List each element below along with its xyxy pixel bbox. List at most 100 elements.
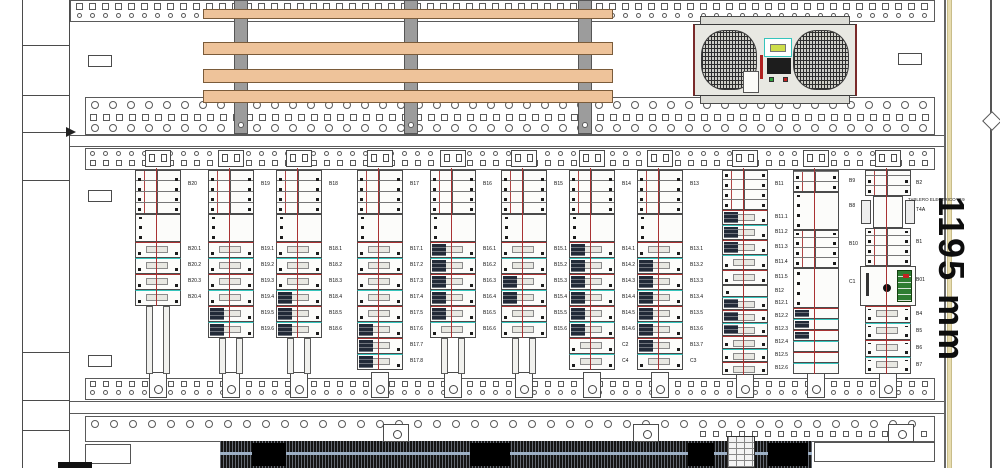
bottom-right-panel <box>814 442 935 462</box>
rail-hole-circle <box>428 151 433 156</box>
rail-hole-square <box>181 160 187 166</box>
rail-hole-circle <box>792 151 797 156</box>
breaker-unit <box>865 340 911 357</box>
breaker-unit <box>637 258 683 274</box>
rail-hole-circle <box>727 390 732 395</box>
duct-foot <box>807 372 825 398</box>
branch-label: B11.1 <box>775 215 788 220</box>
breaker-unit <box>430 274 476 290</box>
branch-label: C2 <box>622 343 628 348</box>
rail-hole-circle <box>181 151 186 156</box>
rail-hole-circle <box>168 13 173 18</box>
breaker-unit <box>722 240 768 255</box>
rail-hole-circle <box>636 151 641 156</box>
branch-label: B19.1 <box>261 247 274 252</box>
rail-hole-circle <box>505 124 513 132</box>
rail-hole-square <box>649 114 656 121</box>
rail-hole-square <box>428 381 434 387</box>
rail-hole-square <box>180 3 187 10</box>
rail-hole-circle <box>361 124 369 132</box>
rail-hole-square <box>909 381 915 387</box>
rail-hole-circle <box>571 390 576 395</box>
rail-hole-circle <box>129 390 134 395</box>
rail-hole-square <box>869 3 876 10</box>
rail-hole-square <box>168 381 174 387</box>
rail-hole-square <box>714 114 721 121</box>
rail-hole-circle <box>509 420 517 428</box>
rail-hole-circle <box>363 390 368 395</box>
breaker-unit <box>637 290 683 306</box>
breaker-block <box>430 170 476 214</box>
rail-hole-circle <box>127 124 135 132</box>
rail-hole-square <box>480 160 486 166</box>
rail-hole-square <box>207 114 214 121</box>
breaker-unit <box>135 290 181 306</box>
rail-hole-circle <box>272 151 277 156</box>
branch-label: B17.3 <box>410 279 423 284</box>
rail-hole-square <box>792 114 799 121</box>
breaker-unit <box>569 354 615 370</box>
branch-label: B12.1 <box>775 301 788 306</box>
rail-hole-circle <box>794 420 802 428</box>
rail-hole-circle <box>324 390 329 395</box>
device-label: B15 <box>554 182 563 187</box>
duct-foot <box>736 372 754 398</box>
rail-hole-square <box>675 160 681 166</box>
breaker-unit <box>793 308 839 319</box>
breaker-unit <box>357 258 403 274</box>
rail-hole-circle <box>357 420 365 428</box>
device-label: B13 <box>690 182 699 187</box>
rail-hole-circle <box>545 151 550 156</box>
rail-hole-square <box>831 114 838 121</box>
rail-hole-circle <box>610 151 615 156</box>
rail-claw-top <box>647 150 673 167</box>
rail-hole-circle <box>865 124 873 132</box>
breaker-unit <box>208 242 254 258</box>
rail-hole-circle <box>896 13 901 18</box>
breaker-unit <box>276 274 322 290</box>
busbar-support-post <box>578 0 592 134</box>
rail-hole-square <box>350 114 357 121</box>
rail-hole-circle <box>103 390 108 395</box>
rail-hole-square <box>272 160 278 166</box>
mounting-bracket <box>898 53 922 65</box>
branch-label: B13.1 <box>690 247 703 252</box>
mounting-bracket <box>88 355 112 367</box>
rail-hole-square <box>363 114 370 121</box>
rail-hole-square <box>636 114 643 121</box>
rail-hole-circle <box>452 420 460 428</box>
rail-hole-circle <box>883 13 888 18</box>
rail-hole-square <box>648 3 655 10</box>
rail-hole-square <box>778 431 784 437</box>
rail-hole-circle <box>793 124 801 132</box>
breaker-unit <box>357 242 403 258</box>
rail-hole-circle <box>217 124 225 132</box>
rail-hole-circle <box>680 420 688 428</box>
rail-hole-circle <box>701 151 706 156</box>
rail-hole-square <box>142 114 149 121</box>
branch-label: B18.6 <box>329 327 342 332</box>
breaker-unit <box>569 274 615 290</box>
rail-hole-square <box>116 381 122 387</box>
rail-hole-circle <box>559 124 567 132</box>
rail-hole-circle <box>451 124 459 132</box>
branch-label: B15.1 <box>554 247 567 252</box>
rail-hole-circle <box>909 151 914 156</box>
branch-label: B14.4 <box>622 295 635 300</box>
device-label: B20 <box>188 182 197 187</box>
rail-hole-circle <box>870 13 875 18</box>
branch-label: B20.2 <box>188 263 201 268</box>
rail-hole-circle <box>714 390 719 395</box>
rail-hole-circle <box>467 151 472 156</box>
pcb-knob <box>883 284 891 292</box>
branch-label: B14.5 <box>622 311 635 316</box>
rail-hole-square <box>194 160 200 166</box>
cover-box <box>501 214 547 242</box>
rail-hole-square <box>622 3 629 10</box>
cover-box <box>637 214 683 242</box>
rail-hole-square <box>921 3 928 10</box>
rail-hole-circle <box>831 390 836 395</box>
rail-hole-circle <box>613 101 621 109</box>
frame-divider <box>22 352 70 353</box>
branch-label: B13.5 <box>690 311 703 316</box>
